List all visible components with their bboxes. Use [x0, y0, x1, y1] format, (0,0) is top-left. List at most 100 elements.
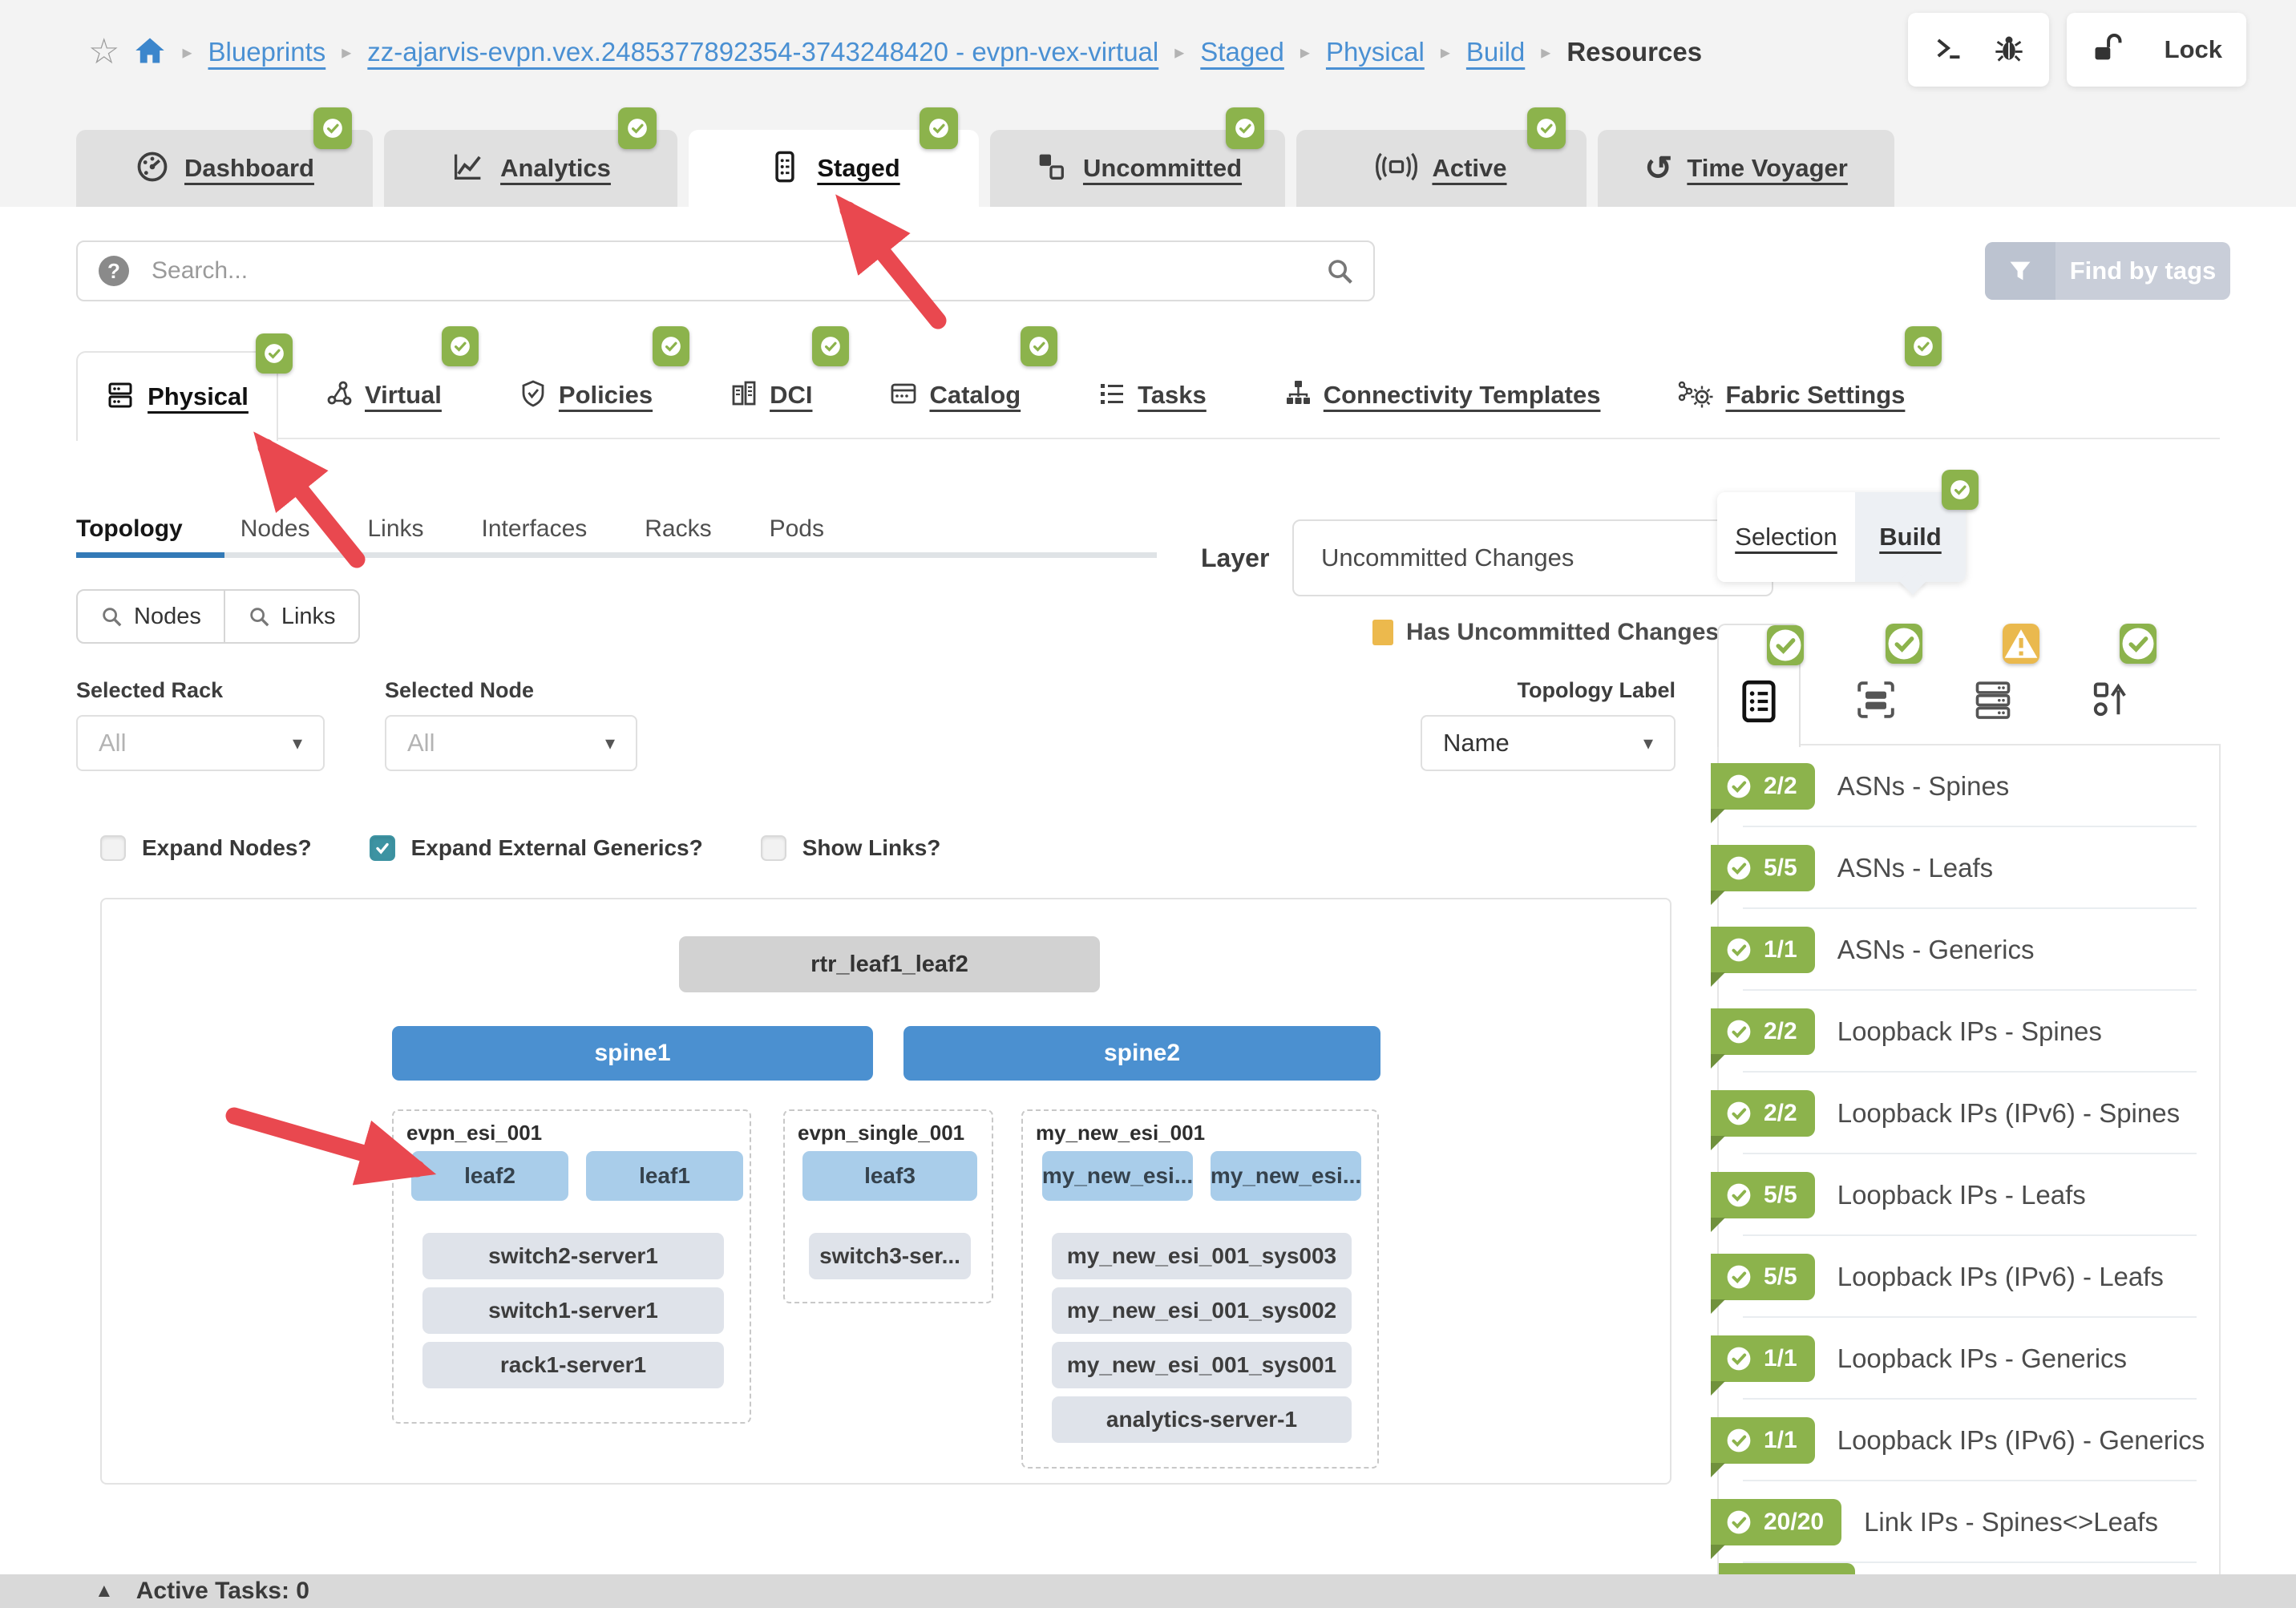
search-input[interactable] [76, 240, 1375, 301]
tab-device-profiles[interactable] [1834, 624, 1918, 745]
node-my-new-esi-leaf-2[interactable]: my_new_esi... [1211, 1151, 1361, 1201]
staged-file-icon [767, 149, 802, 188]
node-switch3-server[interactable]: switch3-ser... [809, 1233, 971, 1279]
search-help-icon[interactable]: ? [99, 256, 129, 286]
resource-row-loopback-v6-spines[interactable]: 2/2 Loopback IPs (IPv6) - Spines [1719, 1073, 2219, 1154]
node-leaf3[interactable]: leaf3 [802, 1151, 977, 1201]
bug-icon[interactable] [1993, 32, 2025, 68]
node-switch2-server1[interactable]: switch2-server1 [422, 1233, 724, 1279]
favorite-star-icon[interactable]: ☆ [88, 34, 119, 70]
selection-toggle[interactable]: Selection [1717, 492, 1855, 582]
resource-label: Loopback IPs - Leafs [1837, 1180, 2086, 1210]
nodes-filter-button[interactable]: Nodes [76, 589, 225, 644]
resource-row-loopback-v6-leafs[interactable]: 5/5 Loopback IPs (IPv6) - Leafs [1719, 1236, 2219, 1318]
tab-devices[interactable] [1951, 624, 2035, 745]
breadcrumb-physical[interactable]: Physical [1326, 37, 1425, 67]
selected-rack-dropdown[interactable]: All ▾ [76, 715, 325, 771]
home-icon[interactable] [134, 34, 166, 71]
resource-row-loopback-leafs[interactable]: 5/5 Loopback IPs - Leafs [1719, 1154, 2219, 1236]
terminal-icon[interactable] [1932, 32, 1964, 68]
expand-nodes-checkbox[interactable]: Expand Nodes? [100, 835, 312, 861]
resource-count: 1/1 [1764, 1427, 1797, 1454]
find-by-tags-button[interactable]: Find by tags [1985, 242, 2230, 300]
rack-evpn-esi-001[interactable]: evpn_esi_001 leaf2 leaf1 switch2-server1… [392, 1109, 751, 1424]
resource-row-asns-generics[interactable]: 1/1 ASNs - Generics [1719, 909, 2219, 991]
node-rack1-server1[interactable]: rack1-server1 [422, 1342, 724, 1388]
tab-external-generics[interactable] [2068, 624, 2152, 745]
expand-external-generics-checkbox[interactable]: Expand External Generics? [370, 835, 703, 861]
resource-count: 5/5 [1764, 1263, 1797, 1291]
page-title: Resources [1566, 37, 1702, 67]
search-bar: ? [76, 240, 1375, 301]
breadcrumb-blueprint-name[interactable]: zz-ajarvis-evpn.vex.2485377892354-374324… [367, 37, 1158, 67]
tab-virtual[interactable]: Virtual [325, 379, 442, 412]
tab-nodes[interactable]: Nodes [241, 515, 310, 543]
node-leaf2[interactable]: leaf2 [411, 1151, 568, 1201]
breadcrumb-separator: ▸ [1539, 41, 1552, 64]
node-leaf1[interactable]: leaf1 [586, 1151, 743, 1201]
tab-time-voyager[interactable]: ↺ Time Voyager [1598, 130, 1894, 207]
node-spine2[interactable]: spine2 [903, 1026, 1380, 1081]
tab-policies[interactable]: Policies [519, 379, 653, 412]
status-ok-badge [313, 107, 352, 149]
tab-fabric-settings[interactable]: Fabric Settings [1677, 379, 1905, 412]
node-external-router[interactable]: rtr_leaf1_leaf2 [679, 936, 1100, 992]
tab-resources-list[interactable] [1717, 624, 1801, 747]
show-links-checkbox[interactable]: Show Links? [761, 835, 941, 861]
node-my-new-esi-leaf-1[interactable]: my_new_esi... [1042, 1151, 1193, 1201]
tab-analytics[interactable]: Analytics [384, 130, 677, 207]
layer-select[interactable]: Uncommitted Changes ✕ [1292, 519, 1773, 596]
breadcrumb-staged[interactable]: Staged [1200, 37, 1284, 67]
node-spine1[interactable]: spine1 [392, 1026, 873, 1081]
selected-node-dropdown[interactable]: All ▾ [385, 715, 637, 771]
resource-status-badge: 2/2 [1711, 763, 1815, 810]
tab-staged[interactable]: Staged [689, 130, 979, 207]
tab-dci[interactable]: DCI [730, 379, 812, 412]
checkbox-label: Show Links? [802, 835, 941, 861]
tab-interfaces[interactable]: Interfaces [482, 515, 588, 543]
tab-label: DCI [770, 381, 812, 410]
resource-status-badge: 1/1 [1711, 1417, 1815, 1464]
node-my-new-esi-001-sys001[interactable]: my_new_esi_001_sys001 [1052, 1342, 1352, 1388]
tab-uncommitted[interactable]: Uncommitted [990, 130, 1285, 207]
breadcrumb-separator: ▸ [340, 41, 353, 64]
tab-links[interactable]: Links [367, 515, 423, 543]
resource-status-badge: 2/2 [1711, 1090, 1815, 1137]
tab-connectivity-templates[interactable]: Connectivity Templates [1283, 379, 1601, 412]
resource-row-link-ips[interactable]: 20/20 Link IPs - Spines<>Leafs [1719, 1481, 2219, 1563]
tab-dashboard[interactable]: Dashboard [76, 130, 373, 207]
search-icon[interactable] [1325, 257, 1354, 285]
resource-row-loopback-v6-generics[interactable]: 1/1 Loopback IPs (IPv6) - Generics [1719, 1400, 2219, 1481]
links-filter-button[interactable]: Links [224, 589, 360, 644]
lock-button[interactable]: Lock [2067, 13, 2246, 87]
tab-racks[interactable]: Racks [645, 515, 711, 543]
rack-evpn-single-001[interactable]: evpn_single_001 leaf3 switch3-ser... [783, 1109, 993, 1303]
tab-topology[interactable]: Topology [76, 515, 183, 543]
find-by-tags-label: Find by tags [2055, 257, 2230, 285]
resource-status-badge: 5/5 [1711, 1172, 1815, 1218]
node-my-new-esi-001-sys003[interactable]: my_new_esi_001_sys003 [1052, 1233, 1352, 1279]
node-switch1-server1[interactable]: switch1-server1 [422, 1287, 724, 1334]
node-analytics-server-1[interactable]: analytics-server-1 [1052, 1396, 1352, 1443]
resource-row-loopback-generics[interactable]: 1/1 Loopback IPs - Generics [1719, 1318, 2219, 1400]
resource-count: 5/5 [1764, 1182, 1797, 1209]
topology-label-dropdown[interactable]: Name ▾ [1421, 715, 1676, 771]
checkbox-checked [370, 835, 395, 861]
active-tasks-label: Active Tasks: 0 [136, 1578, 309, 1605]
resource-row-asns-spines[interactable]: 2/2 ASNs - Spines [1719, 745, 2219, 827]
node-my-new-esi-001-sys002[interactable]: my_new_esi_001_sys002 [1052, 1287, 1352, 1334]
resource-label: Loopback IPs (IPv6) - Generics [1837, 1425, 2205, 1456]
active-tasks-bar[interactable]: ▲ Active Tasks: 0 [0, 1574, 2296, 1608]
links-filter-label: Links [281, 604, 336, 630]
collapse-icon[interactable]: ▲ [95, 1580, 114, 1602]
rack-my-new-esi-001[interactable]: my_new_esi_001 my_new_esi... my_new_esi.… [1021, 1109, 1379, 1469]
tab-catalog[interactable]: Catalog [889, 379, 1021, 412]
resource-row-asns-leafs[interactable]: 5/5 ASNs - Leafs [1719, 827, 2219, 909]
tab-pods[interactable]: Pods [770, 515, 824, 543]
tab-physical[interactable]: Physical [76, 351, 278, 441]
breadcrumb-build[interactable]: Build [1466, 37, 1525, 67]
breadcrumb-blueprints[interactable]: Blueprints [208, 37, 326, 67]
tab-tasks[interactable]: Tasks [1097, 379, 1207, 412]
tab-active[interactable]: Active [1296, 130, 1587, 207]
resource-row-loopback-spines[interactable]: 2/2 Loopback IPs - Spines [1719, 991, 2219, 1073]
